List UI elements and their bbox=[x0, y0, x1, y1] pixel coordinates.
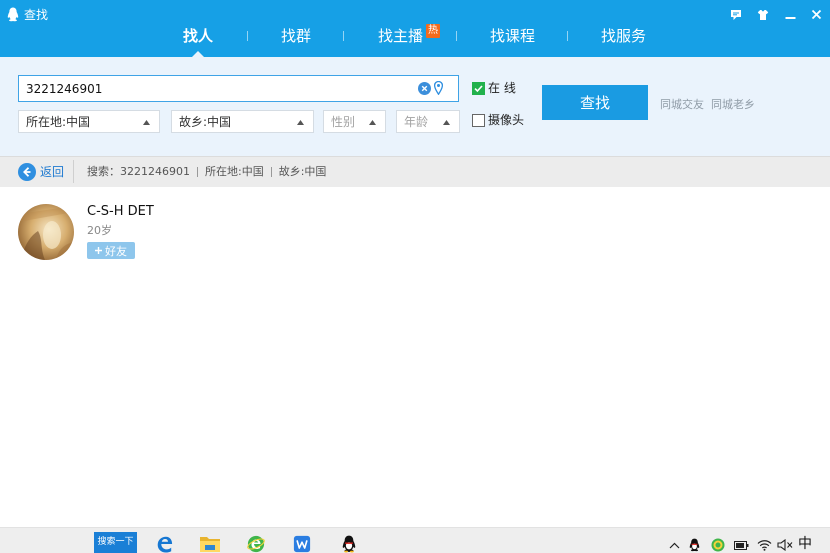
hometown-friends-link[interactable]: 同城老乡 bbox=[711, 98, 755, 111]
breadcrumb-prefix: 搜索： bbox=[87, 165, 120, 178]
search-panel bbox=[0, 57, 830, 156]
tab-find-streamers[interactable]: 找主播 bbox=[378, 26, 423, 46]
location-icon[interactable] bbox=[433, 80, 444, 96]
ime-indicator[interactable]: 中 bbox=[798, 536, 812, 552]
search-box[interactable] bbox=[18, 75, 459, 102]
qq-tray-icon[interactable] bbox=[688, 538, 700, 552]
tab-divider bbox=[567, 31, 568, 41]
taskbar-search-button[interactable]: 搜索一下 bbox=[94, 532, 137, 553]
file-explorer-icon[interactable] bbox=[199, 535, 221, 553]
back-arrow-icon bbox=[18, 163, 36, 181]
back-label: 返回 bbox=[40, 165, 65, 179]
gender-select[interactable]: 性别 bbox=[323, 110, 386, 133]
plus-icon bbox=[95, 247, 102, 254]
breadcrumb-query: 3221246901 bbox=[120, 165, 190, 178]
hometown-select[interactable]: 故乡:中国 bbox=[171, 110, 314, 133]
triangle-up-icon bbox=[143, 120, 150, 125]
battery-icon[interactable] bbox=[734, 538, 749, 552]
tab-find-courses[interactable]: 找课程 bbox=[490, 26, 535, 46]
close-icon[interactable] bbox=[810, 8, 823, 21]
camera-checkbox[interactable] bbox=[472, 114, 485, 127]
qq-penguin-icon bbox=[7, 7, 19, 22]
360-browser-icon[interactable] bbox=[245, 535, 267, 553]
triangle-up-icon bbox=[369, 120, 376, 125]
360-security-icon[interactable] bbox=[711, 538, 725, 552]
check-icon bbox=[474, 85, 483, 93]
tab-find-groups[interactable]: 找群 bbox=[281, 26, 311, 46]
online-checkbox[interactable] bbox=[472, 82, 485, 95]
breadcrumb-hometown: 故乡:中国 bbox=[278, 165, 327, 178]
avatar[interactable] bbox=[18, 204, 74, 260]
minimize-icon[interactable] bbox=[784, 8, 797, 21]
age-select-value: 年龄 bbox=[404, 115, 429, 129]
chevron-up-icon[interactable] bbox=[668, 538, 680, 552]
add-friend-label: 好友 bbox=[105, 244, 127, 258]
edge-icon[interactable] bbox=[153, 535, 175, 553]
skin-icon[interactable] bbox=[756, 8, 769, 21]
tab-divider bbox=[247, 31, 248, 41]
back-button[interactable]: 返回 bbox=[18, 163, 64, 181]
divider bbox=[73, 160, 74, 183]
age-select[interactable]: 年龄 bbox=[396, 110, 460, 133]
result-name[interactable]: C-S-H DET bbox=[87, 204, 154, 220]
hot-badge: 热 bbox=[426, 24, 440, 38]
wifi-icon[interactable] bbox=[757, 538, 772, 552]
breadcrumb-separator bbox=[197, 166, 198, 177]
window-title: 查找 bbox=[24, 8, 49, 22]
breadcrumb: 搜索： 3221246901 所在地:中国 故乡:中国 bbox=[87, 165, 326, 178]
wps-icon[interactable] bbox=[291, 535, 313, 553]
result-age: 20岁 bbox=[87, 224, 112, 237]
search-input[interactable] bbox=[26, 80, 406, 97]
add-friend-button[interactable]: 好友 bbox=[87, 242, 135, 259]
hometown-select-value: 故乡:中国 bbox=[179, 115, 232, 129]
triangle-up-icon bbox=[297, 120, 304, 125]
qq-icon[interactable] bbox=[338, 535, 360, 553]
camera-label[interactable]: 摄像头 bbox=[488, 113, 524, 127]
location-select[interactable]: 所在地:中国 bbox=[18, 110, 160, 133]
local-friends-link[interactable]: 同城交友 bbox=[660, 98, 704, 111]
gender-select-value: 性别 bbox=[331, 115, 356, 129]
tab-find-services[interactable]: 找服务 bbox=[601, 26, 646, 46]
triangle-up-icon bbox=[443, 120, 450, 125]
feedback-icon[interactable] bbox=[729, 8, 742, 21]
location-select-value: 所在地:中国 bbox=[26, 115, 91, 129]
breadcrumb-location: 所在地:中国 bbox=[205, 165, 264, 178]
breadcrumb-separator bbox=[270, 166, 272, 177]
find-button[interactable]: 查找 bbox=[542, 85, 648, 120]
tab-divider bbox=[343, 31, 344, 41]
tab-divider bbox=[456, 31, 457, 41]
online-label[interactable]: 在 线 bbox=[488, 81, 516, 95]
clear-icon[interactable] bbox=[418, 82, 431, 95]
volume-muted-icon[interactable] bbox=[777, 538, 793, 552]
tab-find-people[interactable]: 找人 bbox=[183, 26, 213, 46]
